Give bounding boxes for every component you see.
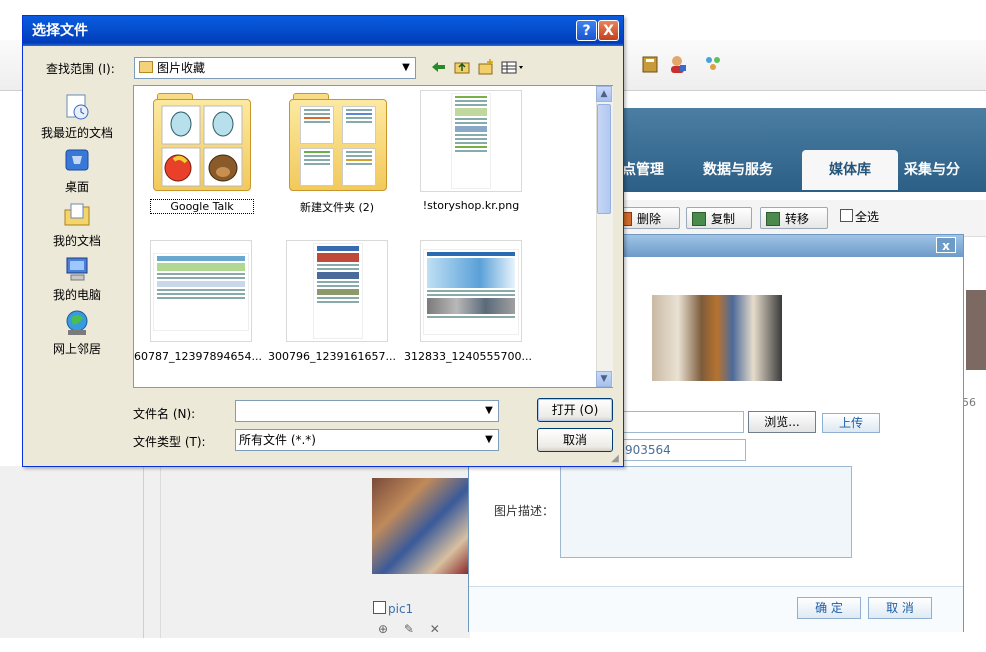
help-button[interactable]: ?: [576, 20, 597, 41]
media-thumbnail[interactable]: [372, 478, 468, 574]
move-icon: [766, 212, 780, 226]
recent-documents-icon: [62, 92, 92, 122]
user-icon[interactable]: [668, 54, 688, 74]
divider: [143, 466, 144, 638]
close-button[interactable]: X: [598, 20, 619, 41]
divider: [160, 466, 161, 638]
dialog-title: 选择文件: [32, 23, 88, 39]
scroll-up-icon[interactable]: ▲: [596, 86, 612, 102]
file-item-312833[interactable]: [420, 240, 522, 342]
scroll-down-icon[interactable]: ▼: [596, 371, 612, 387]
file-name-label: 新建文件夹 (2): [299, 201, 375, 214]
description-textarea[interactable]: [560, 466, 852, 558]
chevron-down-icon[interactable]: ▼: [480, 430, 498, 450]
move-button[interactable]: 转移: [760, 207, 828, 229]
users-group-icon[interactable]: [702, 54, 722, 74]
file-name-label: 60787_12397894654...: [134, 350, 262, 363]
desktop-icon: [62, 146, 92, 176]
file-item-new-folder-2[interactable]: [286, 90, 388, 192]
chevron-down-icon[interactable]: ▼: [480, 401, 498, 421]
media-item-tools[interactable]: ⊕ ✎ ✕: [378, 622, 446, 636]
my-computer-icon: [62, 254, 92, 284]
page-footer: [0, 638, 986, 652]
up-folder-icon[interactable]: [452, 58, 472, 78]
place-desktop[interactable]: 桌面: [26, 146, 128, 195]
image-id-field[interactable]: 903564: [620, 439, 746, 461]
select-all-checkbox[interactable]: 全选: [840, 208, 879, 225]
confirm-button[interactable]: 确 定: [797, 597, 861, 619]
copy-icon: [692, 212, 706, 226]
upload-close-button[interactable]: x: [936, 237, 956, 253]
folder-icon: [153, 99, 251, 191]
tab-media-library[interactable]: 媒体库: [802, 150, 898, 190]
cancel-button[interactable]: 取 消: [868, 597, 932, 619]
new-folder-icon[interactable]: [476, 58, 496, 78]
image-thumbnail: [313, 243, 363, 339]
browse-button[interactable]: 浏览...: [748, 411, 816, 433]
chevron-down-icon[interactable]: ▼: [397, 58, 415, 78]
upload-file-path-input[interactable]: [620, 411, 744, 433]
filename-label: 文件名 (N):: [133, 407, 196, 421]
file-item-60787[interactable]: [150, 240, 252, 342]
file-name-label: 312833_1240555700...: [404, 350, 532, 363]
file-name-label: 300796_1239161657...: [268, 350, 396, 363]
folder-icon: [289, 99, 387, 191]
file-name-label: Google Talk: [150, 199, 254, 214]
tab-collection[interactable]: 采集与分: [904, 150, 986, 190]
upload-button[interactable]: 上传: [822, 413, 880, 433]
place-recent-documents[interactable]: 我最近的文档: [26, 92, 128, 141]
file-item-storyshop-png[interactable]: [420, 90, 522, 192]
filename-input[interactable]: [235, 400, 499, 422]
image-preview: [652, 295, 782, 381]
view-menu-icon[interactable]: [500, 58, 526, 78]
dialog-titlebar[interactable]: [23, 16, 623, 46]
file-name-label: !storyshop.kr.png: [422, 199, 520, 212]
network-places-icon: [62, 308, 92, 338]
image-thumbnail: [451, 93, 491, 189]
back-arrow-icon[interactable]: [428, 58, 448, 78]
dialog-cancel-button[interactable]: 取消: [537, 428, 613, 452]
description-label: 图片描述：: [494, 504, 555, 518]
file-item-300796[interactable]: [286, 240, 388, 342]
copy-button[interactable]: 复制: [686, 207, 752, 229]
place-my-documents[interactable]: 我的文档: [26, 200, 128, 249]
pictures-folder-icon: [139, 61, 153, 73]
filetype-label: 文件类型 (T):: [133, 435, 206, 449]
file-item-google-talk[interactable]: [150, 90, 252, 192]
image-thumbnail: [153, 253, 249, 331]
image-thumbnail: [423, 249, 519, 335]
filetype-select[interactable]: 所有文件 (*.*): [235, 429, 499, 451]
tab-site-management[interactable]: 点管理: [622, 150, 682, 190]
address-book-icon[interactable]: [640, 54, 660, 74]
resize-grip-icon[interactable]: ◢: [608, 452, 622, 466]
open-button[interactable]: 打开 (O): [537, 398, 613, 422]
media-thumbnail[interactable]: [966, 290, 986, 370]
tab-data-services[interactable]: 数据与服务: [703, 150, 793, 190]
media-count: 56: [962, 396, 976, 409]
look-in-dropdown[interactable]: 图片收藏: [134, 57, 416, 79]
media-item-checkbox[interactable]: pic1: [373, 601, 413, 616]
my-documents-icon: [62, 200, 92, 230]
place-network[interactable]: 网上邻居: [26, 308, 128, 357]
scrollbar-thumb[interactable]: [597, 104, 611, 214]
place-my-computer[interactable]: 我的电脑: [26, 254, 128, 303]
look-in-label: 查找范围 (I):: [46, 62, 115, 76]
